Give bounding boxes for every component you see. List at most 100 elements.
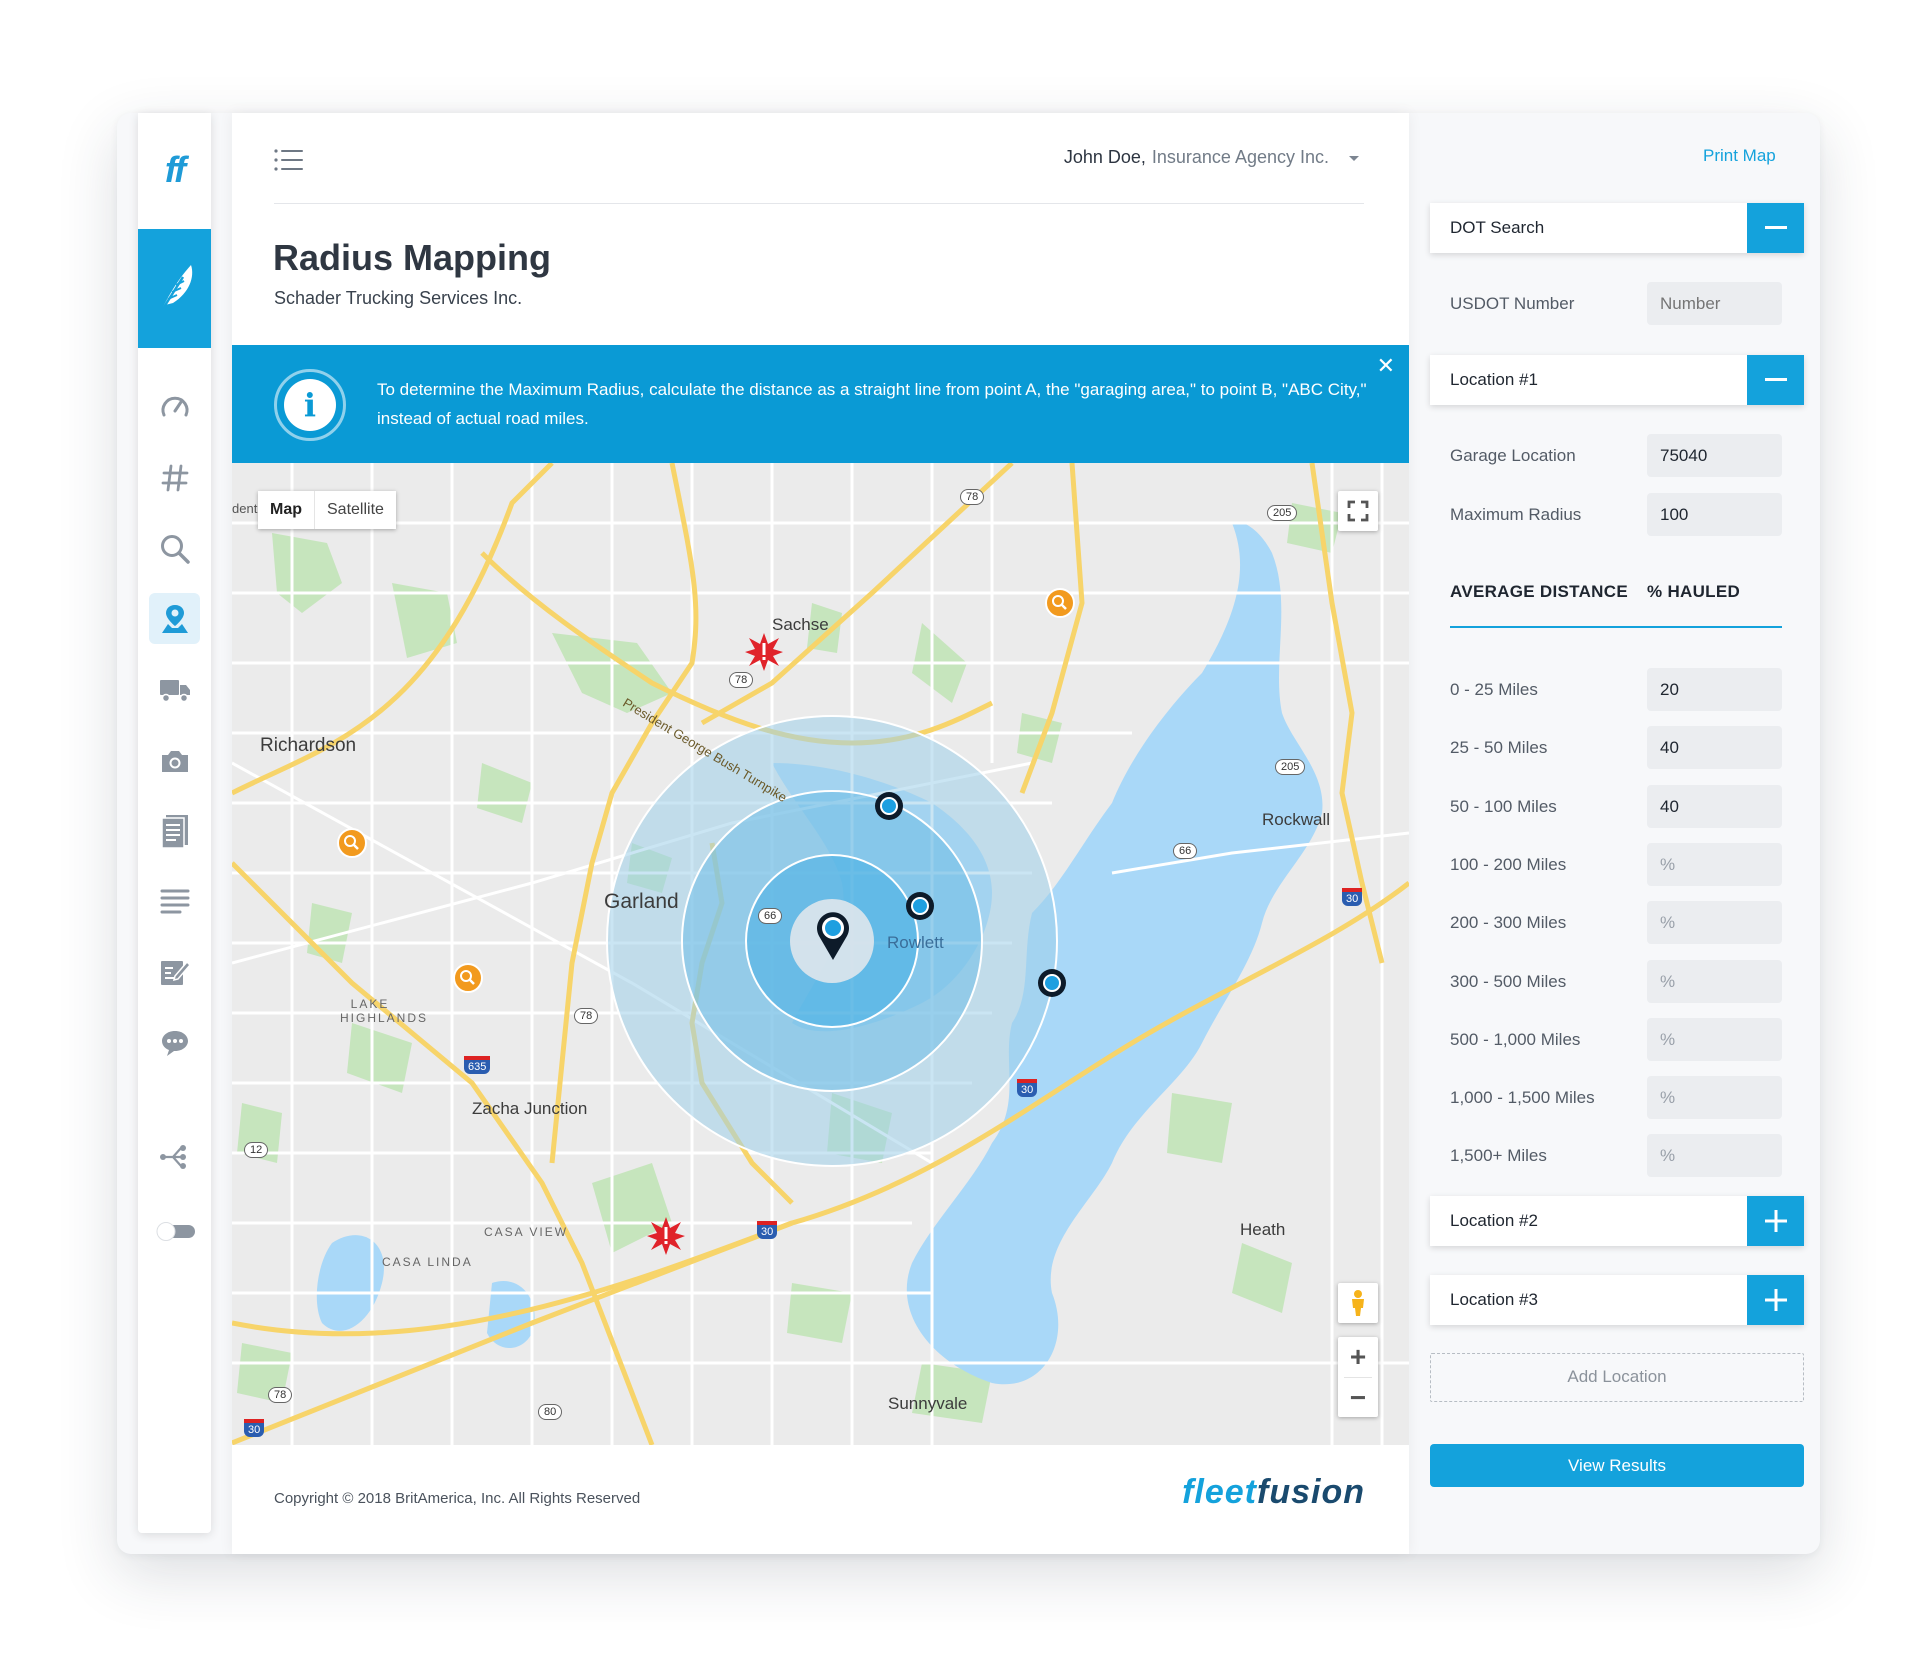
page-title: Radius Mapping [273, 237, 551, 278]
collapse-button[interactable] [1747, 203, 1804, 253]
footer-copyright: Copyright © 2018 BritAmerica, Inc. All R… [274, 1490, 641, 1507]
percent-hauled-input[interactable]: % [1647, 1076, 1782, 1119]
accordion-label: Location #2 [1450, 1211, 1538, 1230]
percent-hauled-input[interactable]: % [1647, 1134, 1782, 1177]
maximum-radius-label: Maximum Radius [1450, 505, 1582, 524]
location-dot-icon [1038, 969, 1066, 997]
accordion-dot-search[interactable]: DOT Search [1430, 203, 1804, 253]
percent-hauled-input[interactable]: 40 [1647, 785, 1782, 828]
print-map-link[interactable]: Print Map [1703, 146, 1776, 166]
interstate-shield: 30 [1342, 888, 1363, 907]
toggle-icon [156, 1221, 195, 1241]
zoom-controls: + − [1338, 1337, 1378, 1417]
map-label-lake-highlands: LAKE HIGHLANDS [340, 997, 429, 1025]
street-view-button[interactable] [1338, 1283, 1378, 1323]
sidebar-item-camera[interactable] [149, 735, 200, 786]
maximum-radius-input[interactable]: 100 [1647, 493, 1782, 536]
accordion-location-3[interactable]: Location #3 [1430, 1275, 1804, 1325]
route-shield: 78 [960, 487, 985, 505]
user-menu[interactable]: John Doe, Insurance Agency Inc. [1064, 147, 1365, 168]
usdot-input[interactable] [1647, 282, 1782, 325]
sidebar-item-radius-mapping[interactable] [149, 593, 200, 644]
map-label-rockwall: Rockwall [1262, 810, 1331, 829]
route-shield: 66 [1173, 841, 1198, 859]
header-divider [274, 203, 1364, 204]
table-header-rule [1450, 626, 1782, 628]
info-banner-text: To determine the Maximum Radius, calcula… [377, 380, 1367, 428]
percent-hauled-input[interactable]: % [1647, 901, 1782, 944]
garage-location-input[interactable]: 75040 [1647, 434, 1782, 477]
sidebar-item-documents[interactable] [149, 805, 200, 856]
info-icon: i [274, 369, 346, 441]
sidebar-item-trucks[interactable] [149, 664, 200, 715]
location-marker[interactable] [872, 789, 906, 828]
camera-icon [161, 750, 188, 772]
route-shield: 205 [1275, 757, 1306, 775]
user-organization: Insurance Agency Inc. [1151, 147, 1329, 167]
search-marker[interactable] [1044, 587, 1076, 624]
location-marker[interactable] [1035, 966, 1069, 1005]
sidebar-item-numbers[interactable] [149, 452, 200, 503]
sidebar-item-messages[interactable] [149, 1017, 200, 1068]
search-marker[interactable] [336, 827, 368, 864]
distance-range-label: 0 - 25 Miles [1450, 680, 1538, 699]
incident-marker[interactable] [646, 1216, 686, 1261]
accordion-label: DOT Search [1450, 218, 1545, 237]
distance-range-label: 50 - 100 Miles [1450, 797, 1557, 816]
close-icon[interactable]: ✕ [1377, 353, 1395, 379]
distance-range-label: 200 - 300 Miles [1450, 913, 1567, 932]
expand-button[interactable] [1747, 1275, 1804, 1325]
map-type-toggle: Map Satellite [258, 491, 396, 529]
sidebar-item-share[interactable] [149, 1131, 200, 1182]
info-banner: i To determine the Maximum Radius, calcu… [232, 345, 1409, 463]
zoom-out-button[interactable]: − [1338, 1378, 1378, 1417]
footer-logo-fusion: fusion [1257, 1473, 1365, 1511]
percent-hauled-input[interactable]: % [1647, 960, 1782, 1003]
route-shield: 80 [538, 1402, 563, 1420]
location-dot-icon [906, 892, 934, 920]
location-marker[interactable] [903, 889, 937, 928]
chevron-down-icon [1349, 155, 1359, 161]
collapse-button[interactable] [1747, 355, 1804, 405]
alert-burst-icon [647, 1217, 685, 1255]
percent-hauled-input[interactable]: 20 [1647, 668, 1782, 711]
sidebar-item-edit[interactable] [149, 946, 200, 997]
map-canvas[interactable]: dent Sachse Richardson Garland Rowlett R… [232, 463, 1409, 1445]
map-pin-icon [161, 604, 188, 633]
sidebar-item-dashboard[interactable] [149, 381, 200, 432]
distance-range-label: 1,500+ Miles [1450, 1146, 1547, 1165]
feather-tile[interactable] [138, 229, 211, 348]
route-shield: 78 [268, 1385, 293, 1403]
view-results-button[interactable]: View Results [1430, 1444, 1804, 1487]
accordion-label: Location #1 [1450, 370, 1538, 389]
accordion-location-1[interactable]: Location #1 [1430, 355, 1804, 405]
fullscreen-button[interactable] [1338, 491, 1378, 531]
route-shield: 12 [244, 1140, 269, 1158]
menu-toggle[interactable] [274, 149, 304, 176]
add-location-button[interactable]: Add Location [1430, 1353, 1804, 1402]
interstate-shield: 30 [1017, 1079, 1038, 1098]
map-type-satellite[interactable]: Satellite [314, 491, 396, 529]
sidebar-item-toggle[interactable] [149, 1205, 200, 1256]
app-logo[interactable]: ff [138, 149, 211, 191]
garage-pin[interactable] [815, 910, 851, 967]
expand-button[interactable] [1747, 1196, 1804, 1246]
map-label-zacha-junction: Zacha Junction [472, 1099, 588, 1118]
sidebar-item-search[interactable] [149, 523, 200, 574]
percent-hauled-input[interactable]: % [1647, 843, 1782, 886]
map-type-map[interactable]: Map [258, 491, 314, 529]
average-distance-header: AVERAGE DISTANCE [1450, 582, 1628, 601]
sidebar-item-list[interactable] [149, 875, 200, 926]
map-label-garland: Garland [604, 890, 679, 913]
percent-hauled-input[interactable]: 40 [1647, 726, 1782, 769]
search-marker[interactable] [452, 962, 484, 999]
percent-hauled-input[interactable]: % [1647, 1018, 1782, 1061]
plus-icon [1764, 1210, 1787, 1232]
zoom-in-button[interactable]: + [1338, 1337, 1378, 1377]
map-label-casa-view: CASA VIEW [484, 1225, 569, 1239]
document-icon [160, 814, 188, 849]
map-label-richardson: Richardson [260, 735, 357, 756]
incident-marker[interactable] [744, 632, 784, 677]
garage-location-label: Garage Location [1450, 446, 1576, 465]
accordion-location-2[interactable]: Location #2 [1430, 1196, 1804, 1246]
